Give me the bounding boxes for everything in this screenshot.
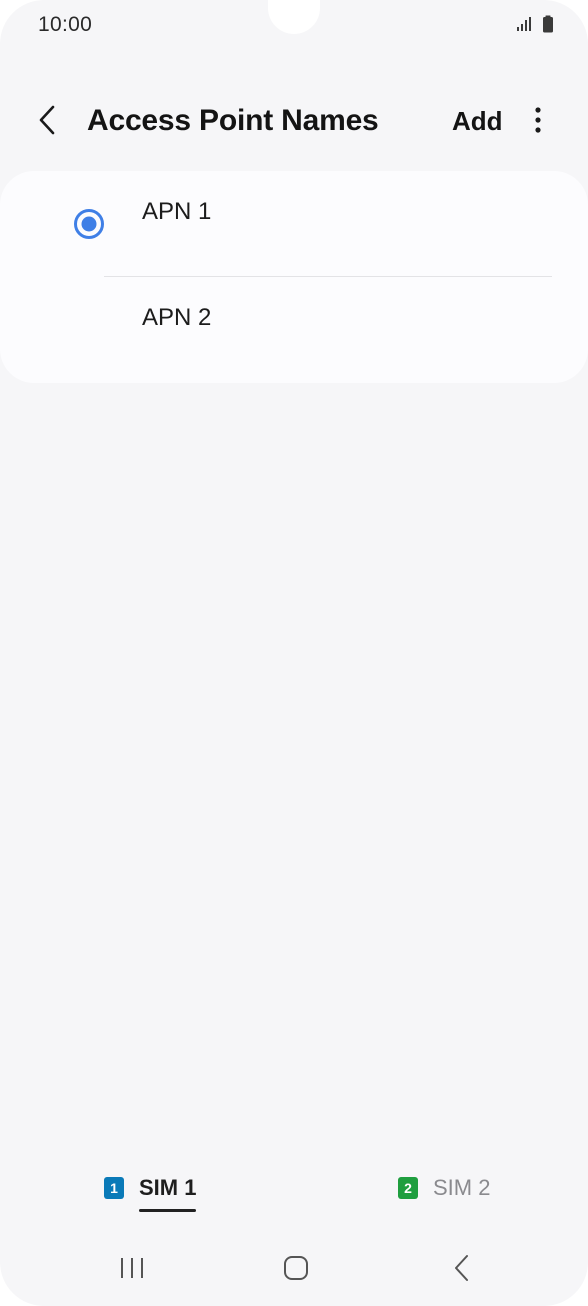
more-options-button[interactable] — [524, 102, 552, 142]
recents-button[interactable] — [102, 1250, 162, 1290]
home-icon — [283, 1255, 309, 1286]
sim-tab-text: SIM 1 — [139, 1175, 197, 1200]
nav-back-button[interactable] — [432, 1250, 492, 1290]
back-button[interactable] — [30, 102, 66, 142]
sim-2-badge-icon: 2 — [398, 1177, 418, 1199]
apn-item-1[interactable]: APN 1 — [0, 171, 588, 277]
add-button[interactable]: Add — [452, 106, 503, 137]
signal-icon — [516, 16, 534, 37]
sim-tabs: 1 SIM 1 2 SIM 2 — [0, 1168, 588, 1212]
sim-1-badge-icon: 1 — [104, 1177, 124, 1199]
apn-item-2[interactable]: APN 2 — [0, 277, 588, 383]
apn-label: APN 2 — [142, 304, 212, 331]
chevron-left-icon — [38, 105, 58, 140]
tab-sim-1[interactable]: 1 SIM 1 — [104, 1168, 197, 1212]
navigation-bar — [0, 1240, 588, 1300]
phone-screen: 10:00 Access Point Names Add APN 1 APN 2… — [0, 0, 588, 1306]
app-bar: Access Point Names Add — [0, 92, 588, 152]
sim-tab-label: SIM 2 — [433, 1175, 491, 1200]
apn-list: APN 1 APN 2 — [0, 171, 588, 383]
back-icon — [453, 1254, 471, 1287]
home-button[interactable] — [266, 1250, 326, 1290]
sim-tab-label: SIM 1 — [139, 1175, 197, 1212]
tab-sim-2[interactable]: 2 SIM 2 — [398, 1168, 490, 1208]
status-icons — [516, 15, 554, 38]
battery-icon — [542, 15, 554, 38]
more-vertical-icon — [534, 106, 542, 139]
page-title: Access Point Names — [87, 104, 379, 137]
status-time: 10:00 — [38, 13, 93, 36]
radio-selected-icon[interactable] — [73, 208, 105, 240]
recents-icon — [119, 1256, 145, 1285]
active-tab-indicator — [139, 1209, 197, 1212]
status-bar: 10:00 — [0, 0, 588, 50]
apn-label: APN 1 — [142, 198, 212, 225]
